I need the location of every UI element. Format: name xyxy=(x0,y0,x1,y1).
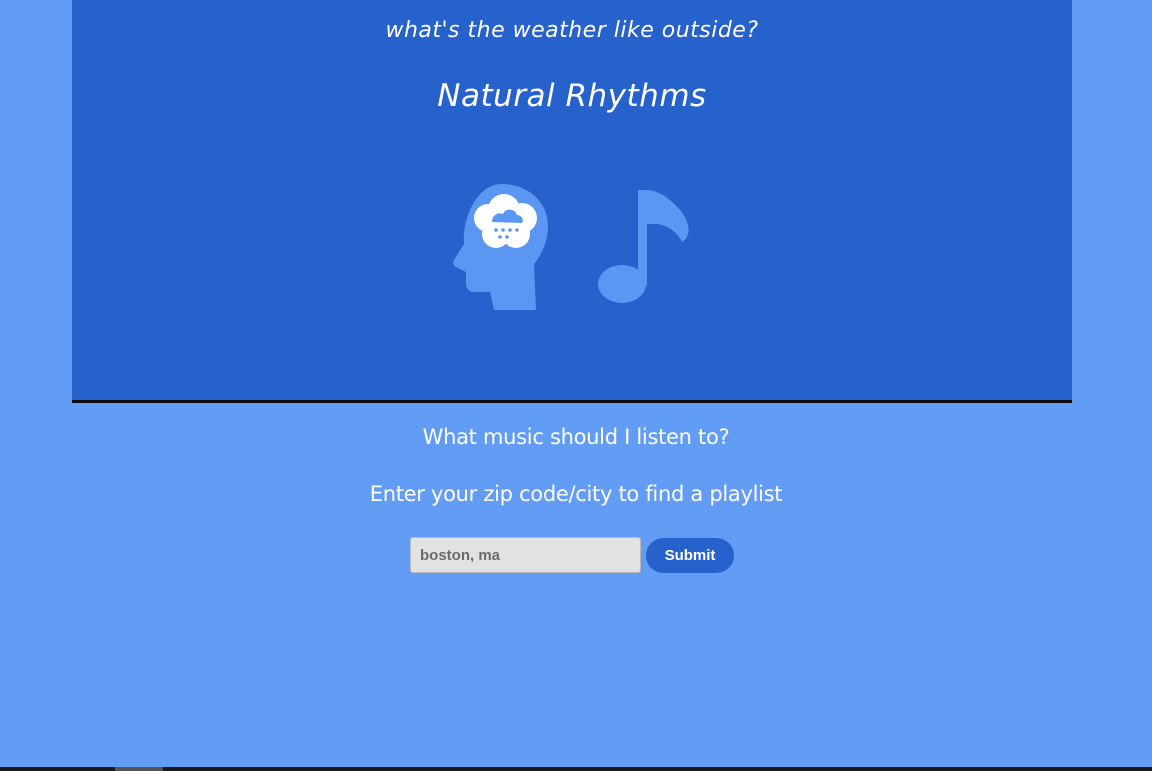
page: what's the weather like outside? Natural… xyxy=(0,0,1152,771)
bottom-scrollbar[interactable] xyxy=(0,767,1152,771)
location-search-form: Submit xyxy=(410,537,740,573)
question-heading: What music should I listen to? xyxy=(422,425,730,449)
music-note-icon xyxy=(598,190,689,303)
tagline: what's the weather like outside? xyxy=(385,18,759,43)
head-with-rain-cloud-icon xyxy=(453,184,548,310)
site-title: Natural Rhythms xyxy=(437,78,707,114)
instruction-text: Enter your zip code/city to find a playl… xyxy=(369,482,783,506)
zip-city-input[interactable] xyxy=(410,537,641,573)
submit-button[interactable]: Submit xyxy=(646,538,734,573)
scrollbar-thumb[interactable] xyxy=(115,767,163,771)
hero-banner: what's the weather like outside? Natural… xyxy=(72,0,1072,403)
